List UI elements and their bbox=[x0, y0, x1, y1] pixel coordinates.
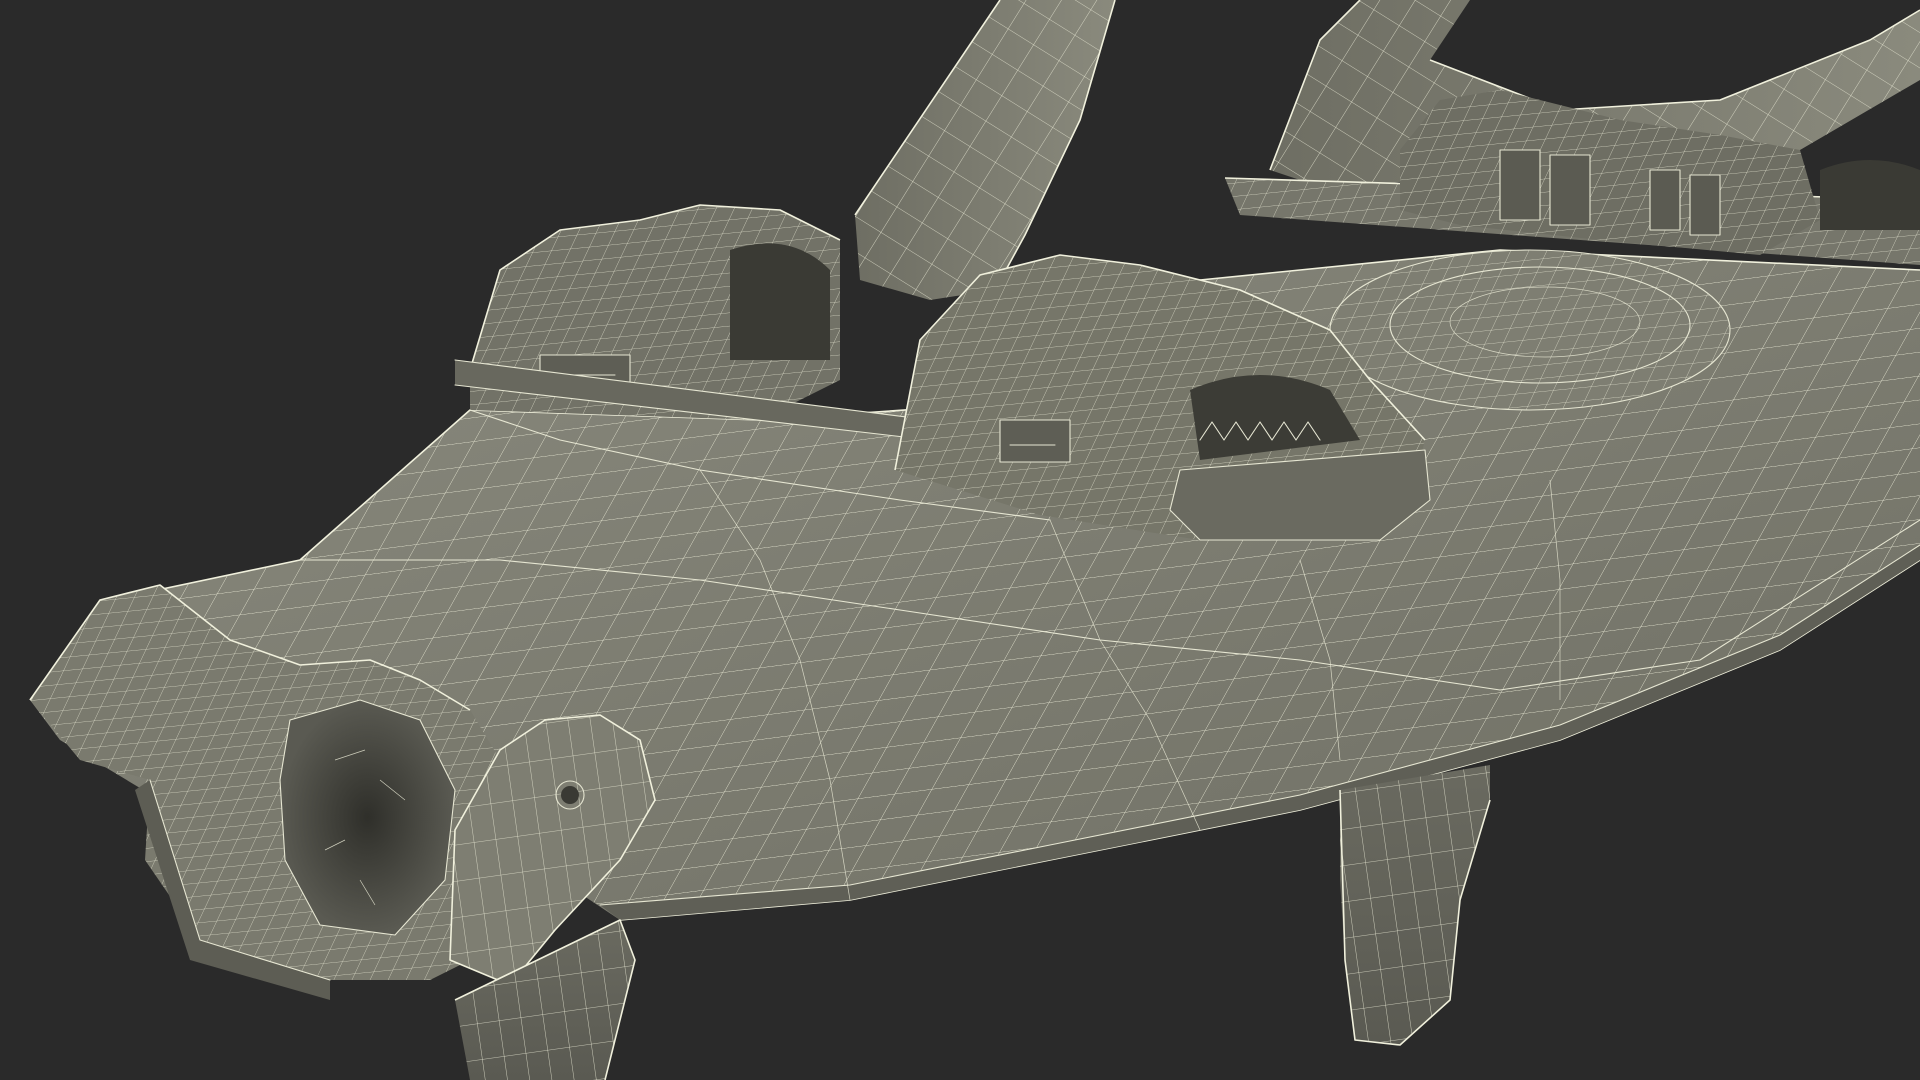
upper-arm-left bbox=[854, 0, 1116, 300]
wireframe-render bbox=[29, 0, 1920, 1080]
3d-viewport[interactable] bbox=[0, 0, 1920, 1080]
landing-leg-right bbox=[1339, 765, 1491, 1046]
deck-ring bbox=[1329, 249, 1731, 411]
